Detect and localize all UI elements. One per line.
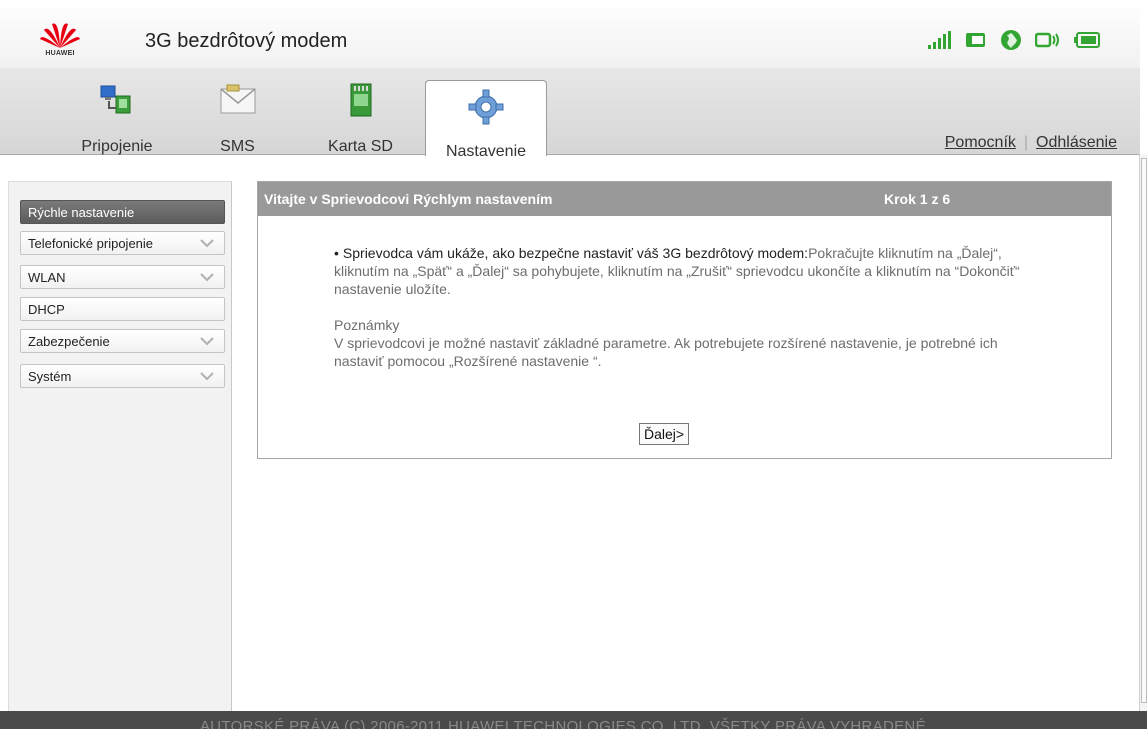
link-separator: |	[1023, 134, 1029, 151]
logout-link[interactable]: Odhlásenie	[1036, 134, 1117, 151]
header-bar: HUAWEI 3G bezdrôtový modem	[0, 0, 1140, 69]
chevron-down-icon	[200, 337, 214, 346]
sidebar-item-label: WLAN	[28, 270, 66, 285]
tab-sd-card-label: Karta SD	[328, 138, 393, 155]
status-icons	[928, 29, 1100, 56]
connection-icon	[99, 82, 135, 118]
next-button[interactable]: Ďalej>	[639, 423, 690, 445]
sidebar-item-quick-setup[interactable]: Rýchle nastavenie	[20, 200, 225, 224]
tab-sms[interactable]: SMS	[200, 74, 275, 155]
wizard-intro: • Sprievodca vám ukáže, ako bezpečne nast…	[334, 244, 1034, 298]
app-title: 3G bezdrôtový modem	[145, 30, 348, 52]
wizard-lead-text: Sprievodca vám ukáže, ako bezpečne nasta…	[342, 245, 809, 261]
notes-text: V sprievodcovi je možné nastaviť základn…	[334, 335, 998, 369]
copyright-text: AUTORSKÉ PRÁVA (C) 2006-2011 HUAWEI TECH…	[200, 718, 931, 729]
sidebar-item-label: Zabezpečenie	[28, 334, 110, 349]
tab-settings[interactable]: Nastavenie	[425, 80, 547, 160]
tab-sms-label: SMS	[220, 138, 255, 155]
help-link[interactable]: Pomocník	[945, 134, 1016, 151]
internet-icon	[1000, 29, 1022, 56]
sidebar-item-system[interactable]: Systém	[20, 364, 225, 388]
sidebar-item-wlan[interactable]: WLAN	[20, 265, 225, 289]
sidebar-item-security[interactable]: Zabezpečenie	[20, 329, 225, 353]
wifi-icon	[1034, 31, 1061, 54]
scrollbar-thumb[interactable]	[1141, 158, 1147, 703]
huawei-logo	[38, 20, 82, 64]
sidebar-item-dhcp[interactable]: DHCP	[20, 297, 225, 321]
settings-gear-icon	[468, 89, 504, 125]
top-links: Pomocník | Odhlásenie	[945, 134, 1117, 152]
battery-icon	[1074, 31, 1100, 54]
vertical-scrollbar[interactable]	[1139, 154, 1147, 711]
sidebar-item-dialup[interactable]: Telefonické pripojenie	[20, 231, 225, 255]
tab-sd-card[interactable]: Karta SD	[313, 74, 408, 155]
wizard-title: Vitajte v Sprievodcovi Rýchlym nastavení…	[264, 191, 553, 207]
tab-connection[interactable]: Pripojenie	[62, 74, 172, 155]
wizard-step-indicator: Krok 1 z 6	[884, 191, 951, 207]
wizard-header: Vitajte v Sprievodcovi Rýchlym nastavení…	[258, 182, 1111, 216]
sim-icon	[965, 31, 987, 54]
sidebar-item-label: DHCP	[28, 302, 65, 317]
tab-settings-label: Nastavenie	[445, 143, 527, 160]
footer: AUTORSKÉ PRÁVA (C) 2006-2011 HUAWEI TECH…	[0, 711, 1147, 729]
sidebar-item-label: Telefonické pripojenie	[28, 236, 154, 251]
wizard-notes: Poznámky V sprievodcovi je možné nastavi…	[334, 316, 1034, 370]
bullet-icon: •	[334, 245, 339, 261]
quick-setup-wizard-panel: Vitajte v Sprievodcovi Rýchlym nastavení…	[257, 181, 1112, 459]
wizard-body: • Sprievodca vám ukáže, ako bezpečne nast…	[334, 244, 1034, 370]
sms-icon	[220, 82, 256, 118]
chevron-down-icon	[200, 372, 214, 381]
chevron-down-icon	[200, 273, 214, 282]
chevron-down-icon	[200, 239, 214, 248]
logo-text: HUAWEI	[45, 50, 75, 57]
notes-title: Poznámky	[334, 317, 400, 333]
sidebar-item-label: Systém	[28, 369, 72, 384]
tab-connection-label: Pripojenie	[81, 138, 153, 155]
signal-icon	[928, 30, 952, 54]
sd-card-icon	[343, 82, 379, 118]
sidebar-item-label: Rýchle nastavenie	[28, 205, 135, 220]
settings-sidebar: Rýchle nastavenie Telefonické pripojenie…	[8, 181, 232, 713]
